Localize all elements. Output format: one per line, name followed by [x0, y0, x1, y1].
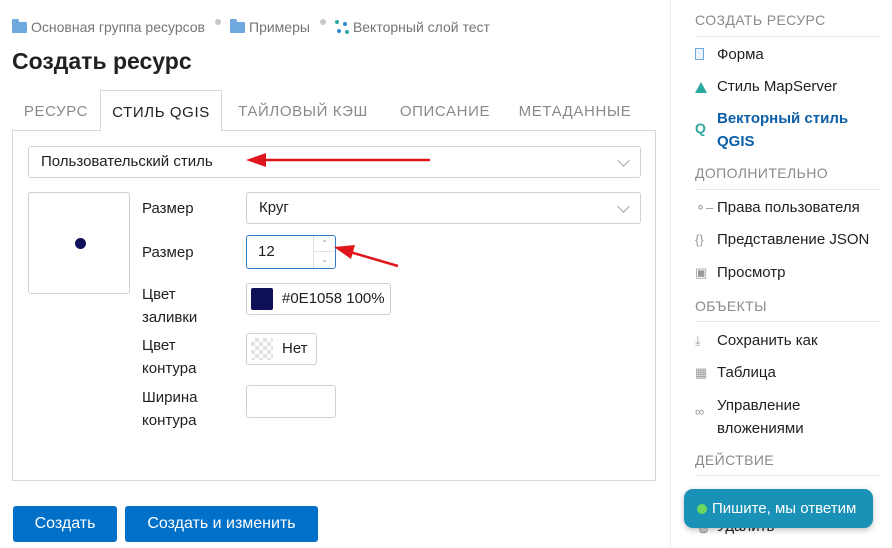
fill-color-label-line2: заливки	[142, 309, 198, 326]
sidebar: СОЗДАТЬ РЕСУРС Форма Стиль MapServer Q В…	[670, 0, 892, 548]
sidebar-item-label: Сохранить как	[717, 332, 818, 349]
shape-select-value: Круг	[259, 199, 289, 216]
sidebar-item-permissions[interactable]: ⚬– Права пользователя	[695, 196, 881, 219]
tab-resource[interactable]: РЕСУРС	[12, 90, 100, 132]
mapserver-style-icon	[695, 75, 717, 98]
folder-icon	[12, 18, 27, 33]
sidebar-item-mapserver-style[interactable]: Стиль MapServer	[695, 75, 881, 98]
fill-color-label: Цвет заливки	[142, 283, 197, 329]
stroke-color-label-line2: контура	[142, 360, 197, 377]
page-title: Создать ресурс	[12, 48, 192, 74]
sidebar-item-label: Стиль MapServer	[717, 78, 838, 95]
breadcrumb-separator	[319, 19, 326, 25]
sidebar-item-form[interactable]: Форма	[695, 43, 881, 66]
stepper-down-icon[interactable]: ⌄	[314, 252, 335, 268]
fill-color-button[interactable]: #0E1058 100%	[246, 283, 391, 315]
create-button[interactable]: Создать	[13, 506, 117, 542]
divider	[695, 189, 881, 190]
shape-select[interactable]: Круг	[246, 192, 641, 224]
fill-color-swatch	[251, 288, 273, 310]
paperclip-icon: ∞	[695, 404, 705, 419]
chevron-down-icon	[617, 200, 630, 213]
tab-bar: РЕСУРС СТИЛЬ QGIS ТАЙЛОВЫЙ КЭШ ОПИСАНИЕ …	[12, 90, 656, 132]
sidebar-item-table[interactable]: ▦ Таблица	[695, 361, 881, 384]
size-input[interactable]: 12 ⌃ ⌄	[246, 235, 336, 269]
divider	[695, 321, 881, 322]
sidebar-heading-action: ДЕЙСТВИЕ	[695, 452, 775, 468]
divider	[695, 475, 881, 476]
tab-metadata[interactable]: МЕТАДАННЫЕ	[506, 90, 644, 132]
breadcrumb: Основная группа ресурсов Примеры Векторн…	[12, 18, 490, 35]
fill-color-value: #0E1058 100%	[282, 290, 385, 307]
tab-description[interactable]: ОПИСАНИЕ	[384, 90, 506, 132]
stroke-color-label-line1: Цвет	[142, 337, 176, 354]
sidebar-heading-create: СОЗДАТЬ РЕСУРС	[695, 12, 826, 28]
sidebar-item-label: Таблица	[717, 364, 776, 381]
chat-widget-label: Пишите, мы ответим	[712, 500, 857, 517]
breadcrumb-item-main-group[interactable]: Основная группа ресурсов	[12, 18, 205, 35]
create-and-edit-button[interactable]: Создать и изменить	[125, 506, 318, 542]
style-select-value: Пользовательский стиль	[41, 153, 213, 170]
stroke-color-button[interactable]: Нет	[246, 333, 317, 365]
sidebar-item-label: Представление JSON	[717, 231, 870, 248]
sidebar-item-attachments[interactable]: ∞ Управление вложениями	[695, 394, 881, 440]
stroke-width-label: Ширина контура	[142, 386, 197, 432]
sidebar-item-label: Права пользователя	[717, 199, 860, 216]
size-stepper: ⌃ ⌄	[313, 236, 335, 268]
chevron-down-icon	[617, 154, 630, 167]
breadcrumb-separator	[215, 19, 221, 25]
style-select[interactable]: Пользовательский стиль	[28, 146, 641, 178]
key-icon: ⚬–	[695, 200, 714, 215]
qgis-style-icon: Q	[695, 120, 706, 136]
size-label: Размер	[142, 244, 194, 261]
vector-layer-icon	[334, 19, 350, 35]
breadcrumb-label[interactable]: Векторный слой тест	[353, 19, 490, 35]
size-input-value: 12	[258, 243, 275, 260]
online-status-icon	[697, 504, 707, 514]
stepper-up-icon[interactable]: ⌃	[314, 236, 335, 252]
sidebar-item-qgis-style[interactable]: Q Векторный стиль QGIS	[695, 107, 881, 153]
sidebar-heading-objects: ОБЪЕКТЫ	[695, 298, 767, 314]
stroke-color-label: Цвет контура	[142, 334, 196, 380]
table-icon: ▦	[695, 365, 708, 380]
breadcrumb-item-examples[interactable]: Примеры	[230, 18, 310, 35]
preview-symbol	[75, 238, 86, 249]
tab-tile-cache[interactable]: ТАЙЛОВЫЙ КЭШ	[222, 90, 384, 132]
stroke-color-value: Нет	[282, 340, 308, 357]
folder-icon	[230, 18, 245, 33]
shape-label: Размер	[142, 200, 194, 217]
form-icon	[695, 43, 717, 66]
transparent-swatch	[251, 338, 273, 360]
breadcrumb-label[interactable]: Основная группа ресурсов	[31, 19, 205, 35]
sidebar-item-label: Форма	[717, 46, 764, 63]
download-icon: ⤓	[695, 333, 701, 348]
stroke-width-label-line2: контура	[142, 412, 197, 429]
sidebar-heading-extra: ДОПОЛНИТЕЛЬНО	[695, 165, 828, 181]
sidebar-item-label: Управление вложениями	[717, 397, 804, 437]
preview-icon: ▣	[695, 265, 708, 280]
sidebar-item-json[interactable]: {} Представление JSON	[695, 228, 881, 251]
symbol-preview	[28, 192, 130, 294]
divider	[695, 36, 881, 37]
stroke-width-input[interactable]	[246, 385, 336, 418]
sidebar-item-label: Просмотр	[717, 264, 786, 281]
stroke-width-label-line1: Ширина	[142, 389, 198, 406]
sidebar-item-label: Векторный стиль QGIS	[717, 110, 849, 150]
chat-widget-button[interactable]: Пишите, мы ответим	[684, 489, 873, 528]
sidebar-item-save-as[interactable]: ⤓ Сохранить как	[695, 329, 881, 352]
breadcrumb-item-vector-layer[interactable]: Векторный слой тест	[334, 19, 490, 35]
sidebar-item-preview[interactable]: ▣ Просмотр	[695, 261, 881, 284]
breadcrumb-label[interactable]: Примеры	[249, 19, 310, 35]
fill-color-label-line1: Цвет	[142, 286, 176, 303]
braces-icon: {}	[695, 232, 704, 247]
tab-qgis-style[interactable]: СТИЛЬ QGIS	[100, 90, 222, 132]
